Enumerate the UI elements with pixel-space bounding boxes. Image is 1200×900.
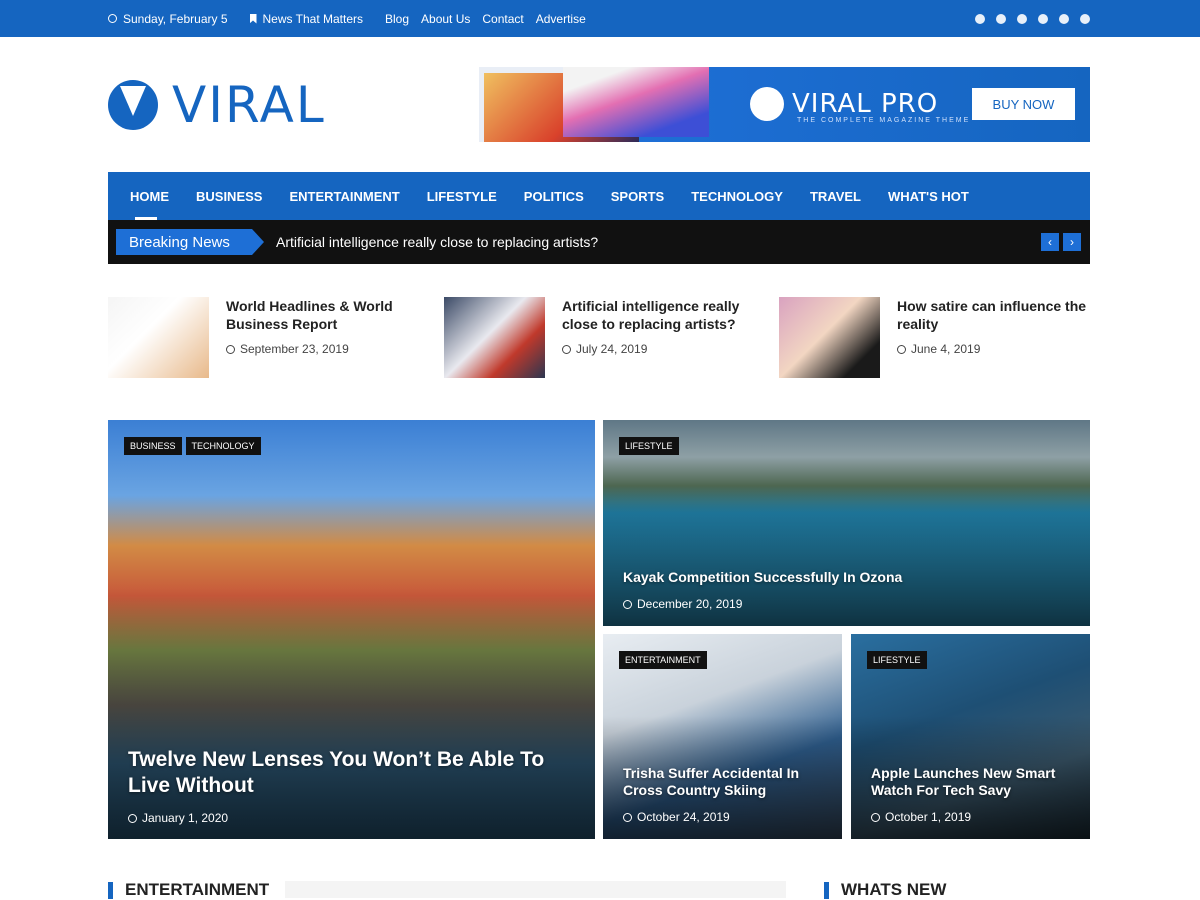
nav-item-technology[interactable]: TECHNOLOGY [691,172,783,220]
top-bar: Sunday, February 5 News That Matters Blo… [0,0,1200,37]
category-tag[interactable]: ENTERTAINMENT [619,651,707,669]
ad-tagline: THE COMPLETE MAGAZINE THEME [797,117,971,124]
logo-text: VIRAL [172,76,326,134]
post-date: July 24, 2019 [562,342,647,356]
featured-title[interactable]: Apple Launches New Smart Watch For Tech … [871,765,1070,799]
category-tag[interactable]: LIFESTYLE [867,651,927,669]
featured-title[interactable]: Twelve New Lenses You Won’t Be Able To L… [128,747,575,799]
social-icons [975,13,1090,24]
nav-item-sports[interactable]: SPORTS [611,172,664,220]
youtube-icon[interactable] [1038,13,1048,24]
section-heading-entertainment: ENTERTAINMENT [108,880,269,900]
nav-item-business[interactable]: BUSINESS [196,172,262,220]
small-post[interactable]: Artificial intelligence really close to … [444,297,754,378]
featured-date-text: December 20, 2019 [637,597,743,611]
nav-item-lifestyle[interactable]: LIFESTYLE [427,172,497,220]
facebook-icon[interactable] [975,13,985,24]
breaking-news-label: Breaking News [116,229,264,255]
ad-brand-text: VIRAL PRO [792,89,939,119]
clock-icon [226,344,235,354]
chevron-right-icon[interactable]: › [1063,233,1081,251]
post-thumbnail-image[interactable] [444,297,545,378]
image-overlay [108,587,595,839]
featured-date: December 20, 2019 [623,597,742,611]
section-divider [285,881,786,898]
post-date-text: September 23, 2019 [240,342,349,356]
top-link-blog[interactable]: Blog [385,12,409,26]
main-nav: HOME BUSINESS ENTERTAINMENT LIFESTYLE PO… [108,172,1090,220]
instagram-icon[interactable] [1080,13,1090,24]
linkedin-icon[interactable] [1059,13,1069,24]
post-date-text: July 24, 2019 [576,342,648,356]
nav-item-whats-hot[interactable]: WHAT'S HOT [888,172,969,220]
top-tagline-text: News That Matters [262,11,363,26]
clock-icon [871,812,880,822]
post-title[interactable]: World Headlines & World Business Report [226,297,416,333]
breaking-news-controls: ‹ › [1041,233,1081,251]
post-thumbnail-image[interactable] [108,297,209,378]
category-tag[interactable]: LIFESTYLE [619,437,679,455]
clock-icon [623,812,632,822]
chevron-left-icon[interactable]: ‹ [1041,233,1059,251]
featured-post[interactable]: ENTERTAINMENT Trisha Suffer Accidental I… [603,634,842,839]
featured-date-text: January 1, 2020 [142,811,229,825]
nav-item-entertainment[interactable]: ENTERTAINMENT [289,172,399,220]
top-link-advertise[interactable]: Advertise [536,12,586,26]
featured-title[interactable]: Kayak Competition Successfully In Ozona [623,568,1070,586]
category-tag[interactable]: BUSINESS [124,437,182,455]
featured-date: October 1, 2019 [871,810,971,824]
featured-title[interactable]: Trisha Suffer Accidental In Cross Countr… [623,765,822,799]
featured-date-text: October 1, 2019 [885,810,972,824]
twitter-icon[interactable] [996,13,1006,24]
clock-icon [562,344,571,354]
featured-post-large[interactable]: BUSINESS TECHNOLOGY Twelve New Lenses Yo… [108,420,595,839]
small-post[interactable]: How satire can influence the reality Jun… [779,297,1089,378]
nav-item-travel[interactable]: TRAVEL [810,172,861,220]
clock-icon [897,344,906,354]
post-title[interactable]: Artificial intelligence really close to … [562,297,752,333]
post-thumbnail-image[interactable] [779,297,880,378]
featured-date: October 24, 2019 [623,810,730,824]
post-tags: BUSINESS TECHNOLOGY [124,437,261,455]
post-date-text: June 4, 2019 [911,342,981,356]
top-tagline: News That Matters [249,11,363,26]
post-date: June 4, 2019 [897,342,980,356]
section-accent [824,881,829,899]
section-heading-whats-new: WHATS NEW [824,880,946,900]
featured-date-text: October 24, 2019 [637,810,730,824]
clock-icon [623,599,632,609]
buy-now-button[interactable]: BUY NOW [972,88,1075,120]
clock-icon [128,813,137,823]
featured-date: January 1, 2020 [128,811,228,825]
nav-item-home[interactable]: HOME [130,172,169,220]
section-title: WHATS NEW [841,880,947,899]
post-title[interactable]: How satire can influence the reality [897,297,1087,333]
clock-icon [108,14,117,23]
top-date: Sunday, February 5 [108,12,228,26]
featured-post[interactable]: LIFESTYLE Kayak Competition Successfully… [603,420,1090,626]
ad-logo-icon [750,87,784,121]
site-logo[interactable]: VIRAL [108,76,326,134]
logo-mark-icon [108,80,158,130]
nav-item-politics[interactable]: POLITICS [524,172,584,220]
post-date: September 23, 2019 [226,342,349,356]
top-link-contact[interactable]: Contact [482,12,523,26]
ad-brand: VIRAL PRO [750,87,938,121]
breaking-news-bar: Breaking News Artificial intelligence re… [108,220,1090,264]
section-title: ENTERTAINMENT [125,880,270,899]
breaking-news-headline[interactable]: Artificial intelligence really close to … [276,234,598,250]
post-tags: LIFESTYLE [619,437,679,455]
featured-post[interactable]: LIFESTYLE Apple Launches New Smart Watch… [851,634,1090,839]
post-tags: ENTERTAINMENT [619,651,707,669]
top-date-text: Sunday, February 5 [123,11,228,26]
category-tag[interactable]: TECHNOLOGY [185,437,261,455]
section-accent [108,881,113,899]
small-post[interactable]: World Headlines & World Business Report … [108,297,418,378]
post-tags: LIFESTYLE [867,651,927,669]
top-link-about[interactable]: About Us [421,12,470,26]
pinterest-icon[interactable] [1017,13,1027,24]
ad-banner[interactable]: VIRAL PRO THE COMPLETE MAGAZINE THEME BU… [479,67,1090,142]
ad-screenshot-image [563,67,709,137]
bookmark-icon [249,13,257,24]
